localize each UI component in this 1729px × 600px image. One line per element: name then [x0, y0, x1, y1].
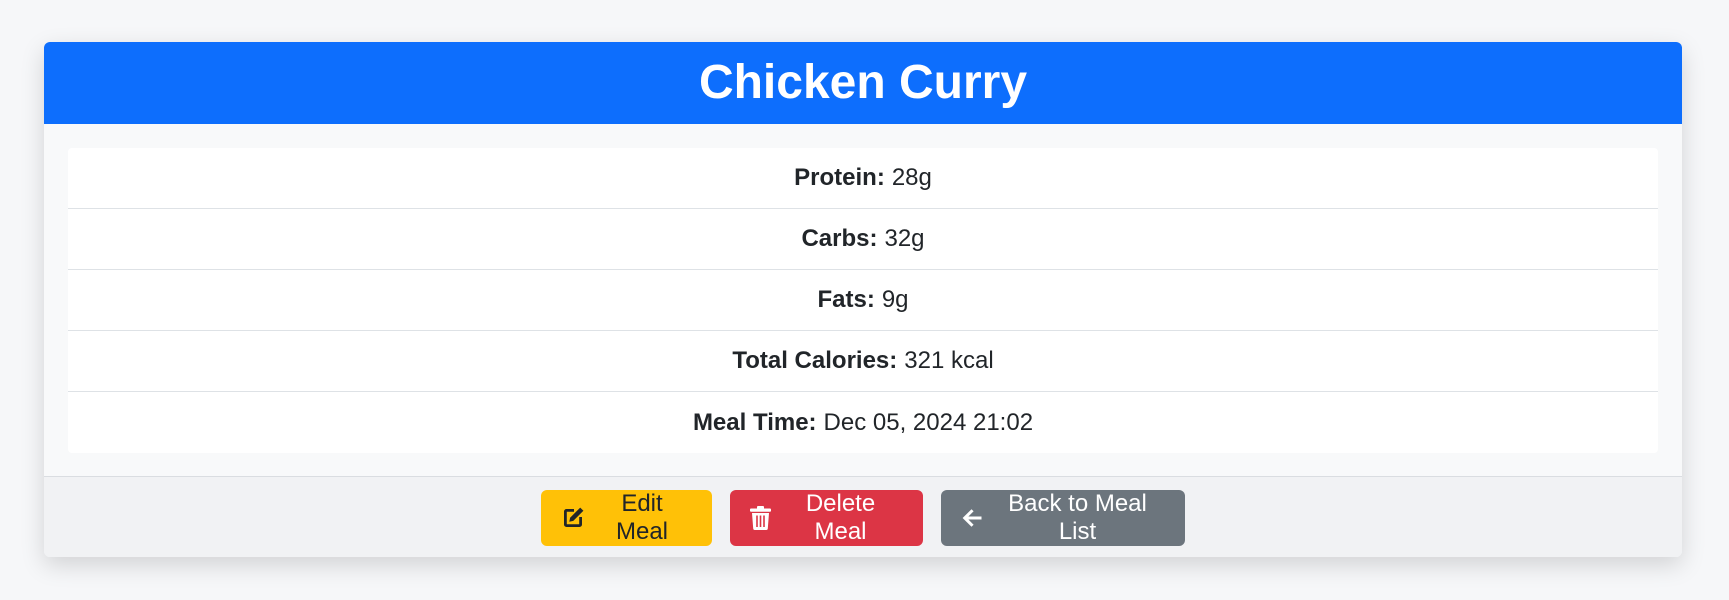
fats-label: Fats: [817, 286, 875, 313]
carbs-label: Carbs: [801, 225, 878, 252]
list-item-calories: Total Calories: 321 kcal [68, 331, 1658, 392]
trash-icon [750, 505, 771, 530]
meal-time-label: Meal Time: [692, 408, 817, 436]
fats-value: 9g [881, 286, 909, 313]
back-to-meal-list-label: Back to Meal List [1008, 489, 1147, 545]
protein-label: Protein: [794, 164, 885, 191]
delete-meal-button[interactable]: Delete Meal [730, 489, 923, 546]
edit-meal-button[interactable]: Edit Meal [541, 489, 712, 546]
arrow-left-icon [961, 507, 983, 529]
carbs-value: 32g [884, 225, 925, 252]
calories-value: 321 kcal [904, 347, 994, 374]
card-body: Protein: 28g Carbs: 32g Fats: 9g Total C… [44, 124, 1682, 476]
meal-time-value: Dec 05, 2024 21:02 [823, 408, 1034, 436]
meal-title: Chicken Curry [698, 56, 1028, 109]
edit-icon [561, 506, 585, 530]
nutrition-list: Protein: 28g Carbs: 32g Fats: 9g Total C… [68, 148, 1658, 453]
protein-value: 28g [891, 164, 932, 191]
list-item-protein: Protein: 28g [68, 148, 1658, 209]
meal-detail-card: Chicken Curry Protein: 28g Carbs: 32g Fa… [44, 42, 1682, 557]
edit-meal-label: Edit Meal [615, 489, 669, 545]
list-item-carbs: Carbs: 32g [68, 209, 1658, 270]
delete-meal-label: Delete Meal [805, 489, 876, 545]
calories-label: Total Calories: [732, 347, 898, 374]
back-to-meal-list-button[interactable]: Back to Meal List [941, 489, 1185, 546]
list-item-meal-time: Meal Time: Dec 05, 2024 21:02 [68, 392, 1658, 453]
card-footer: Edit Meal Delete Meal Back to Meal List [44, 476, 1682, 557]
card-header: Chicken Curry [44, 42, 1682, 124]
list-item-fats: Fats: 9g [68, 270, 1658, 331]
